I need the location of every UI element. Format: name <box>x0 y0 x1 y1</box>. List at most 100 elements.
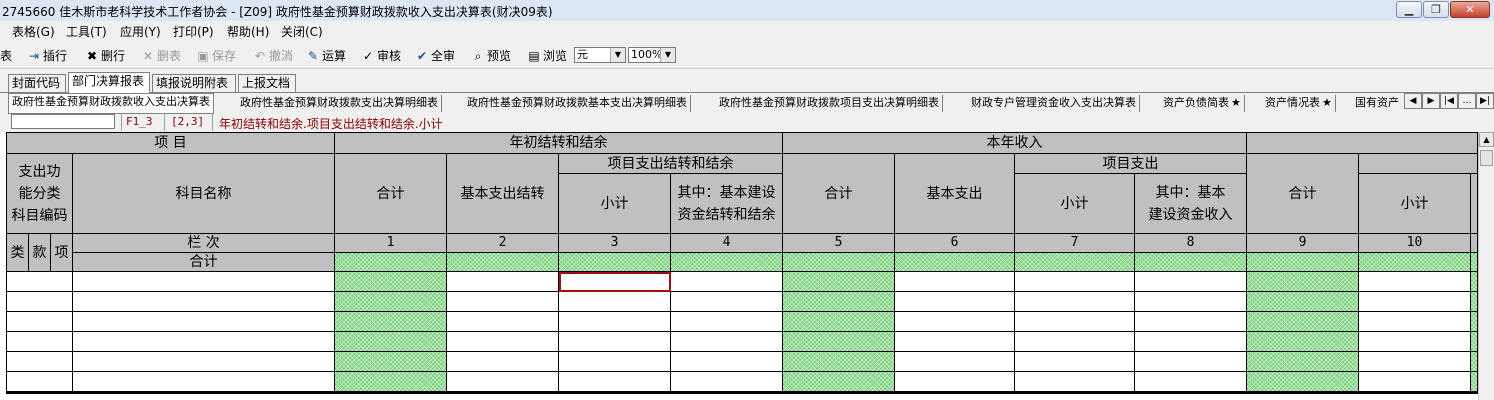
vertical-scrollbar[interactable]: ▲ <box>1478 132 1494 400</box>
table-cell[interactable] <box>447 292 559 312</box>
menu-apply[interactable]: 应用(Y) <box>120 23 161 40</box>
minimize-button[interactable]: ▁ <box>1396 1 1422 18</box>
table-cell[interactable] <box>671 352 783 372</box>
table-cell[interactable] <box>559 312 671 332</box>
tab-report-docs[interactable]: 上报文档 <box>238 74 296 92</box>
tab-last-icon[interactable]: ▶| <box>1476 93 1494 109</box>
table-cell[interactable] <box>1359 272 1471 292</box>
table-cell[interactable] <box>895 332 1015 352</box>
table-cell[interactable] <box>1135 312 1247 332</box>
table-cell[interactable] <box>73 332 335 352</box>
table-cell[interactable] <box>73 272 335 292</box>
save-button[interactable]: ▣ 保存 <box>196 47 236 64</box>
menu-print[interactable]: 打印(P) <box>173 23 214 40</box>
table-cell[interactable] <box>671 292 783 312</box>
tab-cover-code[interactable]: 封面代码 <box>8 74 66 92</box>
table-cell[interactable] <box>1247 332 1359 352</box>
total-cell[interactable] <box>1247 253 1359 272</box>
table-cell[interactable] <box>1471 272 1478 292</box>
table-cell[interactable] <box>783 272 895 292</box>
table-cell[interactable] <box>895 312 1015 332</box>
table-cell[interactable] <box>7 352 73 372</box>
toolbar-table-fragment[interactable]: 表 <box>0 47 12 64</box>
table-cell[interactable] <box>1135 292 1247 312</box>
tab-first-icon[interactable]: |◀ <box>1440 93 1458 109</box>
table-cell[interactable] <box>1471 352 1478 372</box>
table-cell[interactable] <box>335 312 447 332</box>
scroll-thumb[interactable] <box>1480 150 1493 166</box>
sheet-tab-fund-income-expense[interactable]: 政府性基金预算财政拨款收入支出决算表 <box>8 93 214 114</box>
tab-filling-notes[interactable]: 填报说明附表 <box>152 74 236 92</box>
restore-button[interactable]: ❐ <box>1423 1 1449 18</box>
table-cell[interactable] <box>1471 312 1478 332</box>
table-cell[interactable] <box>1359 292 1471 312</box>
delete-row-button[interactable]: ✖ 删行 <box>85 47 125 64</box>
table-cell[interactable] <box>7 332 73 352</box>
table-cell[interactable] <box>671 332 783 352</box>
table-cell[interactable] <box>1359 332 1471 352</box>
full-review-button[interactable]: ✔ 全审 <box>415 47 455 64</box>
table-cell[interactable] <box>1247 272 1359 292</box>
table-cell[interactable] <box>671 272 783 292</box>
table-cell[interactable] <box>783 352 895 372</box>
total-cell[interactable] <box>335 253 447 272</box>
browse-button[interactable]: ▤ 浏览 <box>527 47 567 64</box>
selected-cell[interactable] <box>559 272 671 292</box>
table-cell[interactable] <box>447 372 559 392</box>
table-cell[interactable] <box>447 272 559 292</box>
sheet-tab-fund-expense-detail[interactable]: 政府性基金预算财政拨款支出决算明细表 <box>237 95 442 112</box>
table-cell[interactable] <box>783 292 895 312</box>
tab-department-reports[interactable]: 部门决算报表 <box>68 72 150 93</box>
sheet-tab-special-account[interactable]: 财政专户管理资金收入支出决算表 <box>968 95 1140 112</box>
table-cell[interactable] <box>1359 372 1471 392</box>
total-cell[interactable] <box>1471 253 1478 272</box>
table-cell[interactable] <box>1015 312 1135 332</box>
review-button[interactable]: ✓ 审核 <box>361 47 401 64</box>
table-cell[interactable] <box>335 272 447 292</box>
menu-help[interactable]: 帮助(H) <box>227 23 269 40</box>
table-cell[interactable] <box>895 292 1015 312</box>
delete-table-button[interactable]: ✕ 删表 <box>141 47 181 64</box>
table-cell[interactable] <box>1015 372 1135 392</box>
table-cell[interactable] <box>73 352 335 372</box>
table-cell[interactable] <box>1135 372 1247 392</box>
cell-value-input[interactable] <box>11 114 115 129</box>
table-cell[interactable] <box>7 292 73 312</box>
table-cell[interactable] <box>7 272 73 292</box>
table-cell[interactable] <box>559 352 671 372</box>
table-cell[interactable] <box>335 332 447 352</box>
table-cell[interactable] <box>1247 292 1359 312</box>
table-cell[interactable] <box>1359 352 1471 372</box>
total-cell[interactable] <box>1015 253 1135 272</box>
table-cell[interactable] <box>1247 352 1359 372</box>
menu-tools[interactable]: 工具(T) <box>66 23 107 40</box>
table-cell[interactable] <box>447 332 559 352</box>
table-cell[interactable] <box>671 312 783 332</box>
menu-close[interactable]: 关闭(C) <box>281 23 323 40</box>
table-cell[interactable] <box>895 272 1015 292</box>
undo-button[interactable]: ↶ 撤消 <box>253 47 293 64</box>
table-cell[interactable] <box>335 292 447 312</box>
table-cell[interactable] <box>1015 332 1135 352</box>
table-cell[interactable] <box>1471 372 1478 392</box>
total-cell[interactable] <box>559 253 671 272</box>
table-cell[interactable] <box>1135 352 1247 372</box>
sheet-tab-fund-basic-expense-detail[interactable]: 政府性基金预算财政拨款基本支出决算明细表 <box>464 95 691 112</box>
table-cell[interactable] <box>1015 352 1135 372</box>
table-cell[interactable] <box>335 352 447 372</box>
sheet-tab-asset-status[interactable]: 资产情况表 ★ <box>1262 95 1336 112</box>
total-cell[interactable] <box>671 253 783 272</box>
table-cell[interactable] <box>671 372 783 392</box>
tab-prev-icon[interactable]: ◀ <box>1404 93 1422 109</box>
table-cell[interactable] <box>447 312 559 332</box>
scroll-up-icon[interactable]: ▲ <box>1479 132 1494 147</box>
total-cell[interactable] <box>447 253 559 272</box>
preview-button[interactable]: ⌕ 预览 <box>471 47 511 64</box>
calculate-button[interactable]: ✎ 运算 <box>306 47 346 64</box>
menu-table[interactable]: 表格(G) <box>12 23 55 40</box>
table-cell[interactable] <box>73 312 335 332</box>
table-cell[interactable] <box>1247 372 1359 392</box>
tab-more-icon[interactable]: … <box>1458 93 1476 109</box>
sheet-tab-fund-project-expense-detail[interactable]: 政府性基金预算财政拨款项目支出决算明细表 <box>716 95 943 112</box>
zoom-select[interactable]: 100% ▼ <box>628 47 676 63</box>
